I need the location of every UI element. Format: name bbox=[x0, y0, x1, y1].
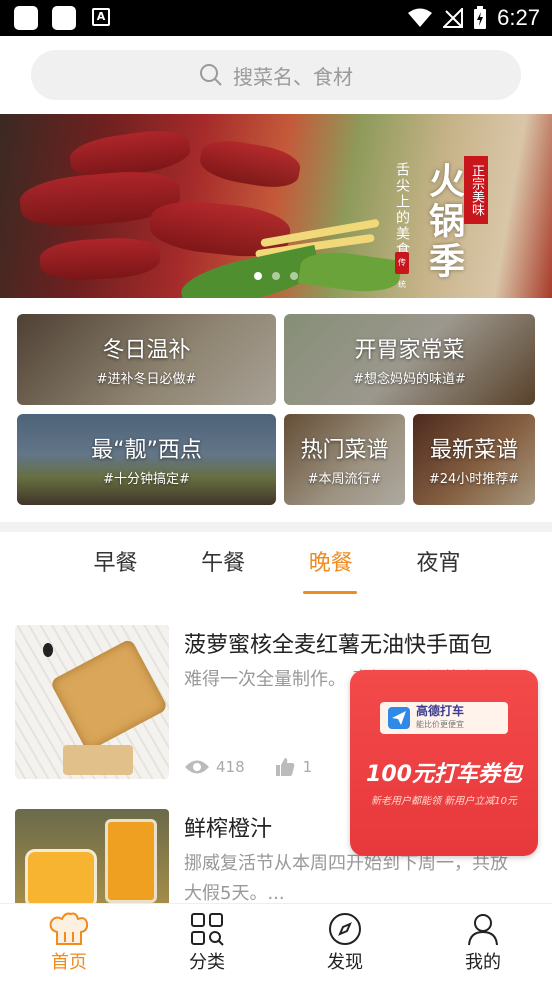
signal-icon bbox=[443, 8, 464, 28]
banner-tag: 正宗美味 bbox=[464, 156, 488, 224]
category-title: 最新菜谱 bbox=[429, 438, 518, 463]
status-bar: A 6:27 bbox=[0, 0, 552, 36]
recipe-title: 鲜榨橙汁 bbox=[184, 817, 273, 842]
wifi-icon bbox=[408, 8, 433, 27]
banner-slogan: 舌尖上的美食 bbox=[394, 162, 410, 258]
recipe-meta: 418 1 bbox=[184, 757, 312, 777]
nav-label: 我的 bbox=[465, 951, 501, 973]
tab-dinner[interactable]: 晚餐 bbox=[277, 544, 384, 594]
floating-ad[interactable]: 高德打车能比价更便宜 100元打车券包 新老用户都能领 新用户立减10元 bbox=[350, 670, 538, 856]
category-title: 热门菜谱 bbox=[300, 438, 389, 463]
recipe-description: 挪威复活节从本周四开始到下周一，共放大假5天。... bbox=[184, 853, 508, 903]
nav-label: 首页 bbox=[51, 951, 87, 973]
tab-late-night[interactable]: 夜宵 bbox=[385, 544, 492, 594]
category-title: 最“靓”西点 bbox=[91, 438, 202, 463]
ad-brand-sub: 能比价更便宜 bbox=[416, 720, 464, 729]
banner-seal: 传统 bbox=[395, 252, 409, 289]
grid-search-icon bbox=[191, 912, 224, 946]
carousel-dot[interactable] bbox=[254, 272, 262, 280]
nav-discover[interactable]: 发现 bbox=[276, 904, 414, 981]
category-tile-winter[interactable]: 冬日温补 #进补冬日必做# bbox=[17, 314, 276, 405]
user-icon bbox=[468, 913, 498, 945]
like-count: 1 bbox=[302, 758, 313, 776]
category-subtitle: #想念妈妈的味道# bbox=[353, 372, 466, 387]
ad-subtext: 新老用户都能领 新用户立减10元 bbox=[371, 796, 517, 807]
carousel-dots bbox=[0, 272, 552, 280]
status-time: 6:27 bbox=[497, 5, 540, 30]
ad-brand-name: 高德打车 bbox=[416, 704, 465, 718]
meal-tabs: 早餐 午餐 晚餐 夜宵 bbox=[62, 544, 492, 594]
category-title: 冬日温补 bbox=[102, 338, 191, 363]
bottom-navigation: 首页 分类 发现 我的 bbox=[0, 903, 552, 981]
recipe-thumbnail bbox=[15, 809, 169, 903]
tab-lunch[interactable]: 午餐 bbox=[170, 544, 277, 594]
tab-breakfast[interactable]: 早餐 bbox=[62, 544, 169, 594]
search-icon bbox=[200, 64, 222, 86]
carousel-dot[interactable] bbox=[290, 272, 298, 280]
view-count: 418 bbox=[216, 758, 245, 776]
carousel-dot[interactable] bbox=[272, 272, 280, 280]
nav-categories[interactable]: 分类 bbox=[138, 904, 276, 981]
notification-icon bbox=[52, 6, 76, 30]
notification-a-icon: A bbox=[92, 8, 110, 26]
category-subtitle: #24小时推荐# bbox=[428, 472, 520, 487]
section-divider bbox=[0, 522, 552, 532]
banner-title: 火锅季 bbox=[423, 162, 465, 282]
recipe-title: 菠萝蜜核全麦红薯无油快手面包 bbox=[184, 633, 493, 658]
nav-label: 发现 bbox=[327, 951, 363, 973]
recipe-thumbnail bbox=[15, 625, 169, 779]
notification-icon bbox=[14, 6, 38, 30]
chef-hat-icon bbox=[49, 912, 89, 945]
category-subtitle: #本周流行# bbox=[307, 472, 382, 487]
nav-home[interactable]: 首页 bbox=[0, 904, 138, 981]
category-title: 开胃家常菜 bbox=[354, 338, 465, 363]
banner-meat-image bbox=[197, 135, 303, 193]
ad-brand-badge: 高德打车能比价更便宜 bbox=[380, 702, 508, 734]
category-tile-home-dishes[interactable]: 开胃家常菜 #想念妈妈的味道# bbox=[284, 314, 535, 405]
paper-plane-icon bbox=[388, 707, 410, 729]
category-tile-popular[interactable]: 热门菜谱 #本周流行# bbox=[284, 414, 405, 505]
search-placeholder: 搜菜名、食材 bbox=[233, 64, 353, 89]
eye-icon bbox=[185, 760, 209, 774]
battery-icon bbox=[474, 6, 487, 29]
category-subtitle: #进补冬日必做# bbox=[96, 372, 197, 387]
category-tile-desserts[interactable]: 最“靓”西点 #十分钟搞定# bbox=[17, 414, 276, 505]
compass-icon bbox=[329, 912, 361, 945]
category-tile-newest[interactable]: 最新菜谱 #24小时推荐# bbox=[413, 414, 535, 505]
nav-label: 分类 bbox=[189, 951, 225, 973]
hero-banner[interactable]: 火锅季 舌尖上的美食 正宗美味 bbox=[0, 114, 552, 298]
category-subtitle: #十分钟搞定# bbox=[103, 472, 190, 487]
thumbs-up-icon[interactable] bbox=[275, 757, 295, 777]
ad-headline: 100元打车券包 bbox=[366, 762, 522, 787]
nav-profile[interactable]: 我的 bbox=[414, 904, 552, 981]
search-input[interactable]: 搜菜名、食材 bbox=[31, 50, 521, 100]
search-bar-area: 搜菜名、食材 bbox=[0, 36, 552, 114]
